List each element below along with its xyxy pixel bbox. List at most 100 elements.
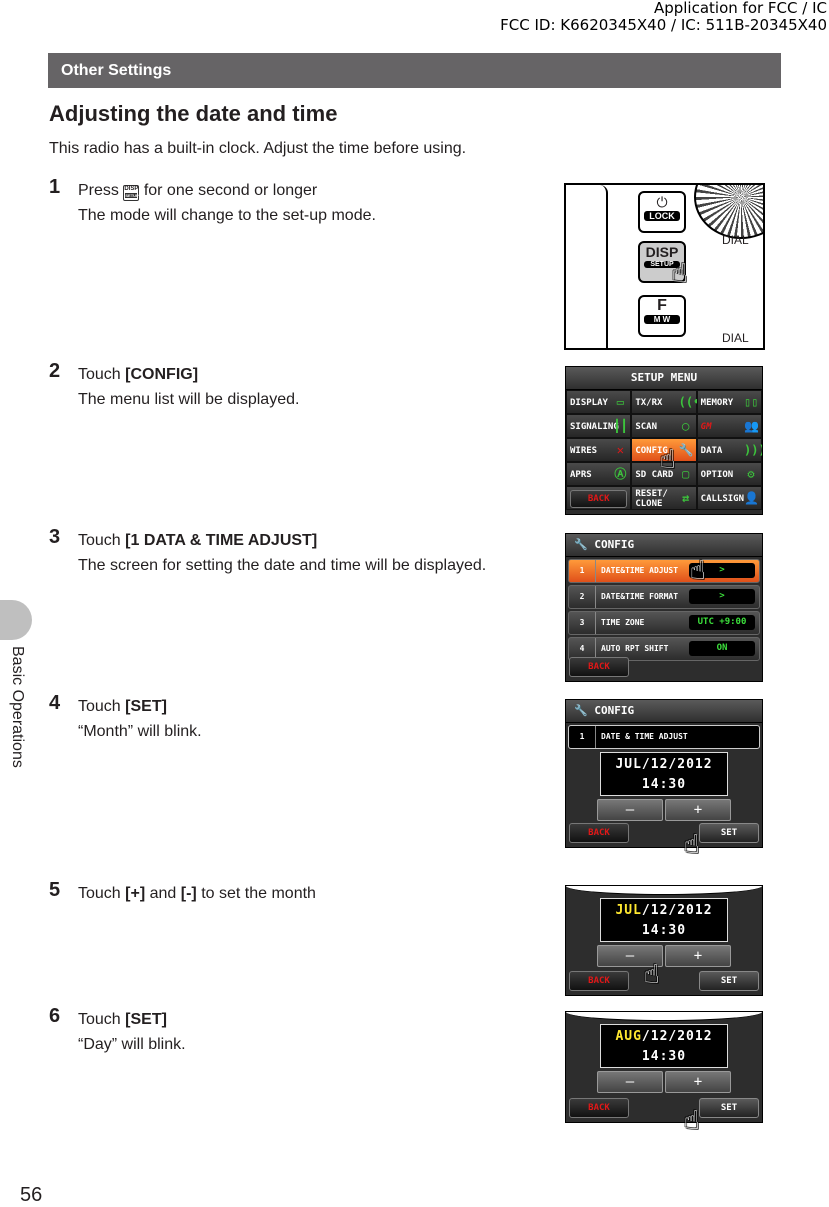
- back-button[interactable]: BACK: [569, 657, 629, 677]
- plus-button[interactable]: +: [665, 1071, 731, 1093]
- step-desc: “Day” will blink.: [78, 1036, 186, 1053]
- step-verb: Touch: [78, 698, 121, 715]
- fcc-header: Application for FCC / IC FCC ID: K662034…: [500, 0, 827, 34]
- fcc-line-2: FCC ID: K6620345X40 / IC: 511B-20345X40: [500, 16, 827, 34]
- menu-reset-clone[interactable]: RESET/ CLONE ⇄: [631, 486, 697, 510]
- step-3: 3 Touch [1 DATA & TIME ADJUST] The scree…: [49, 526, 489, 578]
- pointing-hand-icon: ☝: [672, 259, 688, 289]
- step-target: [SET]: [125, 1011, 167, 1028]
- date-time-display: JUL/12/2012 14:30: [600, 898, 728, 942]
- step-6: 6 Touch [SET] “Day” will blink.: [49, 1005, 186, 1057]
- swap-arrows-icon: ⇄: [682, 491, 690, 505]
- step-verb: Touch: [78, 532, 121, 549]
- step-target: [CONFIG]: [125, 366, 199, 383]
- set-button[interactable]: SET: [699, 823, 759, 843]
- pointing-hand-icon: ☝: [644, 960, 660, 990]
- cut-edge: [566, 1012, 762, 1021]
- wrench-icon: 🔧: [574, 704, 588, 717]
- plus-button[interactable]: +: [665, 945, 731, 967]
- person-icon: 👤: [744, 491, 759, 505]
- step-text: for one second or longer: [143, 182, 318, 199]
- step-4: 4 Touch [SET] “Month” will blink.: [49, 692, 202, 744]
- step-verb: Touch: [78, 1011, 121, 1028]
- menu-back[interactable]: BACK: [566, 486, 632, 510]
- signal-bars-icon: ┃┃: [613, 419, 628, 433]
- display-edge: [566, 185, 608, 348]
- step-desc: The menu list will be displayed.: [78, 391, 300, 408]
- set-button[interactable]: SET: [699, 1098, 759, 1118]
- f-mw-key[interactable]: FM W: [638, 295, 686, 337]
- config-title: 🔧 CONFIG: [566, 700, 762, 723]
- step-desc: “Month” will blink.: [78, 723, 202, 740]
- scan-circle-icon: ◯: [682, 419, 690, 433]
- side-tab: [0, 600, 32, 640]
- back-button[interactable]: BACK: [569, 1098, 629, 1118]
- step-number: 2: [49, 360, 61, 382]
- intro-text: This radio has a built-in clock. Adjust …: [49, 140, 467, 157]
- blinking-month: JUL: [615, 903, 642, 918]
- config-row-time-zone[interactable]: 3 TIME ZONE UTC +9:00: [568, 611, 760, 635]
- minus-button[interactable]: —: [597, 799, 663, 821]
- pointing-hand-icon: ☝: [684, 1106, 700, 1136]
- step-verb: Touch: [78, 366, 121, 383]
- step-number: 3: [49, 526, 61, 548]
- set-button[interactable]: SET: [699, 971, 759, 991]
- wrench-icon: 🔧: [574, 538, 588, 551]
- wrench-icon: 🔧: [678, 443, 694, 457]
- blinking-month: AUG: [615, 1029, 642, 1044]
- back-button[interactable]: BACK: [569, 823, 629, 843]
- setup-menu-screen: SETUP MENU DISPLAY▭ TX/RX((•)) MEMORY▯▯ …: [565, 366, 763, 515]
- step-target: [1 DATA & TIME ADJUST]: [125, 532, 318, 549]
- step-target: [SET]: [125, 698, 167, 715]
- config-row-date-time-adjust[interactable]: 1 DATE&TIME ADJUST >: [568, 559, 760, 583]
- aprs-icon: Ⓐ: [614, 467, 627, 481]
- menu-callsign[interactable]: CALLSIGN 👤: [696, 486, 762, 510]
- plus-button[interactable]: +: [665, 799, 731, 821]
- back-button[interactable]: BACK: [569, 971, 629, 991]
- monitor-icon: ▭: [616, 395, 624, 409]
- setup-menu-title: SETUP MENU: [566, 367, 762, 390]
- step-2: 2 Touch [CONFIG] The menu list will be d…: [49, 360, 300, 412]
- menu-option[interactable]: OPTION ⚙: [696, 462, 762, 486]
- dial-knob[interactable]: [694, 185, 763, 239]
- date-time-display: JUL/12/2012 14:30: [600, 752, 728, 796]
- step-5: 5 Touch [+] and [-] to set the month: [49, 879, 316, 902]
- step-number: 4: [49, 692, 61, 714]
- menu-scan[interactable]: SCAN ◯: [631, 414, 697, 438]
- minus-button[interactable]: —: [597, 1071, 663, 1093]
- adjust-buttons: — +: [566, 945, 762, 967]
- pointing-hand-icon: ☝: [690, 556, 706, 586]
- config-title: 🔧 CONFIG: [566, 534, 762, 557]
- menu-txrx[interactable]: TX/RX((•)): [631, 390, 715, 414]
- step-1: 1 Press DISP SETUP for one second or long…: [49, 176, 376, 228]
- menu-data[interactable]: DATA))): [696, 438, 762, 462]
- step-number: 5: [49, 879, 61, 901]
- group-icon: 👥: [744, 419, 759, 433]
- menu-memory[interactable]: MEMORY ▯▯: [696, 390, 762, 414]
- menu-display[interactable]: DISPLAY ▭: [566, 390, 632, 414]
- month-adjust-screen: JUL/12/2012 14:30 — + BACK SET ☝: [565, 885, 763, 996]
- page-heading: Adjusting the date and time: [49, 101, 338, 127]
- cut-edge: [566, 886, 762, 895]
- heading-text: Adjusting the date and time: [49, 101, 338, 126]
- step-number: 6: [49, 1005, 61, 1027]
- menu-aprs[interactable]: APRS Ⓐ: [566, 462, 632, 486]
- adjust-buttons: — +: [566, 1071, 762, 1093]
- step-verb: Press: [78, 182, 119, 199]
- sd-card-icon: ▢: [682, 467, 690, 481]
- fcc-line-1: Application for FCC / IC: [653, 0, 827, 17]
- date-time-adjust-screen: 🔧 CONFIG 1 DATE & TIME ADJUST JUL/12/2012…: [565, 699, 763, 860]
- menu-signaling[interactable]: SIGNALING ┃┃: [566, 414, 632, 438]
- step-desc: The screen for setting the date and time…: [78, 557, 487, 574]
- step-number: 1: [49, 176, 61, 198]
- disp-key-icon: DISP SETUP: [123, 185, 140, 201]
- menu-wires[interactable]: WIRES ✕: [566, 438, 632, 462]
- section-title: Other Settings: [48, 53, 781, 88]
- menu-gm[interactable]: GM 👥: [696, 414, 762, 438]
- side-label: Basic Operations: [9, 646, 26, 768]
- radio-keys-illustration: ⏻ LOCK DISP SETUP FM W DIAL DIAL ☝: [564, 183, 765, 350]
- dial-label: DIAL: [722, 233, 749, 247]
- config-row-date-time-format[interactable]: 2 DATE&TIME FORMAT >: [568, 585, 760, 609]
- gears-icon: ⚙: [747, 467, 755, 481]
- lock-key[interactable]: ⏻ LOCK: [638, 191, 686, 233]
